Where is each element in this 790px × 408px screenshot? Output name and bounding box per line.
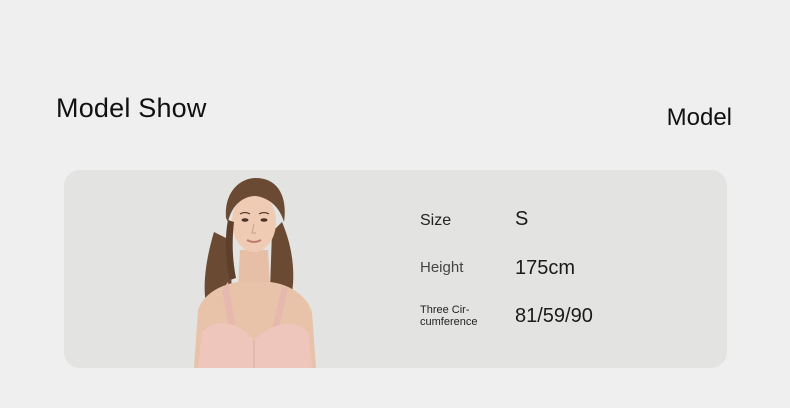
height-label: Height	[420, 259, 464, 276]
model-info-card: Size S Height 175cm Three Cir- cumferenc…	[64, 170, 727, 368]
model-label: Model	[666, 104, 732, 131]
height-row: Height 175cm	[420, 256, 680, 286]
measurements-value: 81/59/90	[515, 305, 593, 327]
measurements-label-line1: Three Cir-	[420, 304, 470, 316]
measurements-label: Three Cir- cumference	[420, 304, 490, 328]
size-row: Size S	[420, 208, 680, 238]
measurements-label-line2: cumference	[420, 316, 478, 328]
measurements-row: Three Cir- cumference 81/59/90	[420, 302, 680, 332]
page-title: Model Show	[56, 93, 207, 123]
model-photo	[194, 178, 316, 368]
height-value: 175cm	[515, 257, 576, 279]
size-value: S	[515, 208, 529, 230]
size-label: Size	[420, 212, 452, 229]
